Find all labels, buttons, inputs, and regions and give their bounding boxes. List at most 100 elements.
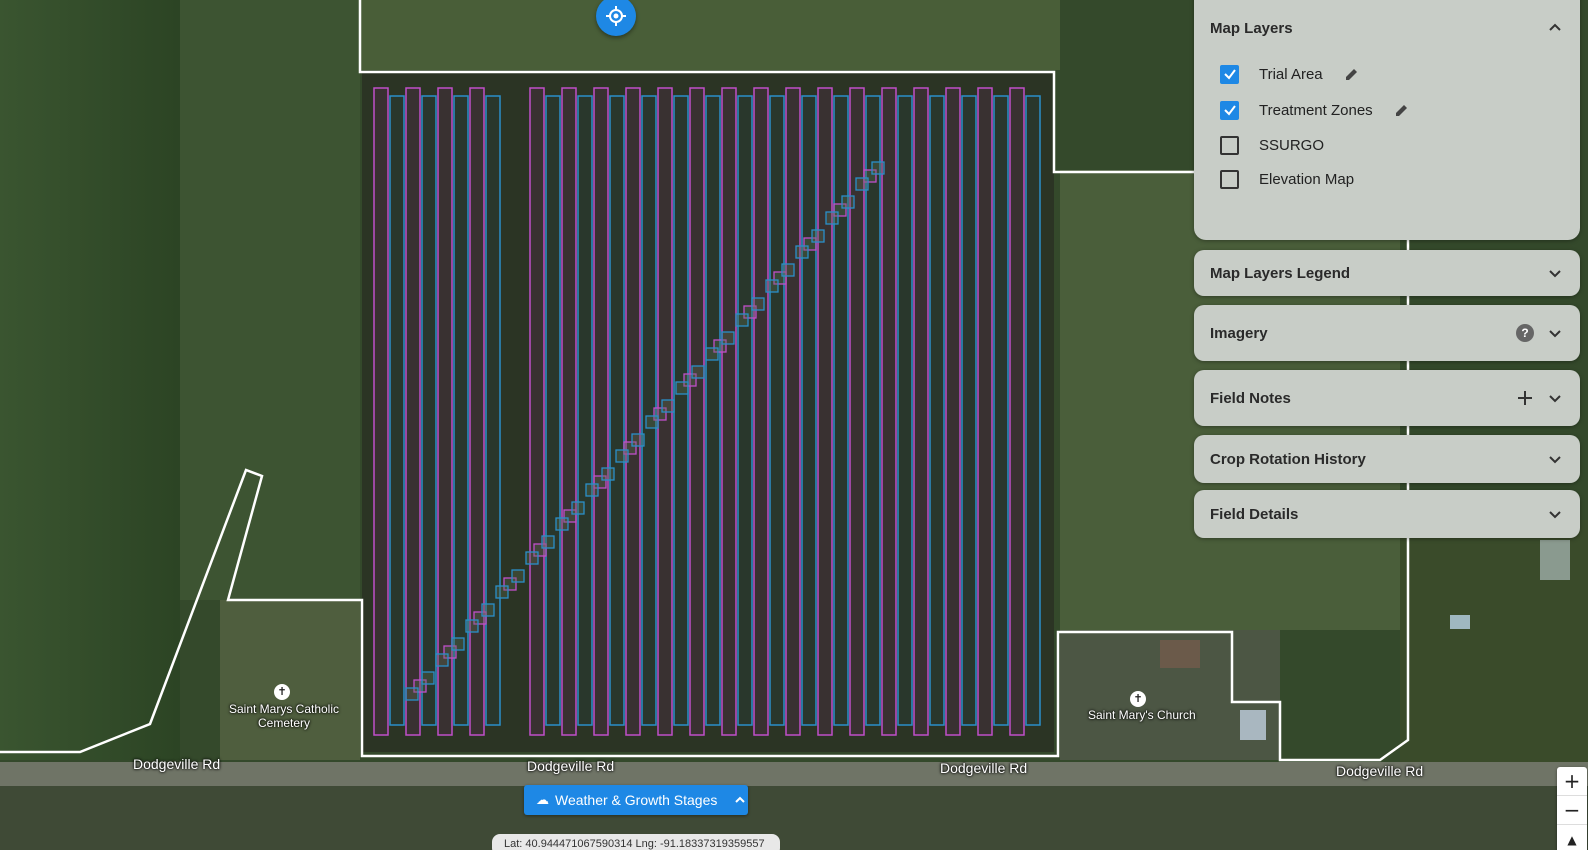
ssurgo-checkbox[interactable] — [1220, 135, 1239, 155]
diagonal-treatment-cell[interactable] — [481, 603, 495, 617]
cemetery-icon[interactable]: ✝ — [274, 684, 290, 700]
chevron-down-icon[interactable] — [1546, 389, 1564, 407]
diagonal-treatment-cell[interactable] — [795, 245, 809, 259]
diagonal-treatment-cell[interactable] — [615, 449, 629, 463]
section-header[interactable]: Field Details — [1194, 490, 1580, 538]
church-label[interactable]: Saint Mary's Church — [1088, 708, 1196, 722]
layer-elevation-map[interactable]: Elevation Map — [1194, 162, 1580, 196]
treatment-zone-strip[interactable] — [881, 87, 897, 736]
diagonal-treatment-cell[interactable] — [571, 501, 585, 515]
treatment-zone-strip[interactable] — [961, 95, 977, 726]
diagonal-treatment-cell[interactable] — [871, 161, 885, 175]
diagonal-treatment-cell[interactable] — [825, 211, 839, 225]
diagonal-treatment-cell[interactable] — [721, 331, 735, 345]
treatment-zone-strip[interactable] — [737, 95, 753, 726]
plus-icon[interactable] — [1516, 389, 1534, 407]
treatment-zone-strip[interactable] — [405, 87, 421, 736]
treatment-zone-strip[interactable] — [1025, 95, 1041, 726]
help-icon[interactable]: ? — [1516, 324, 1534, 342]
diagonal-treatment-cell[interactable] — [451, 637, 465, 651]
treatment-zones-checkbox[interactable] — [1220, 100, 1239, 120]
diagonal-treatment-cell[interactable] — [645, 415, 659, 429]
imagery-section[interactable]: Imagery ? — [1194, 305, 1580, 361]
treatment-zone-strip[interactable] — [421, 95, 437, 726]
diagonal-treatment-cell[interactable] — [525, 551, 539, 565]
map-layers-header[interactable]: Map Layers — [1194, 0, 1580, 56]
diagonal-treatment-cell[interactable] — [675, 381, 689, 395]
treatment-zone-strip[interactable] — [1009, 87, 1025, 736]
diagonal-treatment-cell[interactable] — [735, 313, 749, 327]
chevron-down-icon[interactable] — [1546, 264, 1564, 282]
treatment-zone-strip[interactable] — [577, 95, 593, 726]
diagonal-treatment-cell[interactable] — [841, 195, 855, 209]
treatment-zones[interactable] — [373, 87, 1041, 736]
diagonal-treatment-cell[interactable] — [435, 653, 449, 667]
diagonal-treatment-cell[interactable] — [465, 619, 479, 633]
diagonal-treatment-cell[interactable] — [495, 585, 509, 599]
diagonal-treatment-cell[interactable] — [781, 263, 795, 277]
treatment-zone-strip[interactable] — [673, 95, 689, 726]
treatment-zone-strip[interactable] — [545, 95, 561, 726]
diagonal-treatment-cell[interactable] — [511, 569, 525, 583]
treatment-zone-strip[interactable] — [721, 87, 737, 736]
diagonal-treatment-cell[interactable] — [585, 483, 599, 497]
section-header[interactable]: Field Notes — [1194, 370, 1580, 426]
treatment-zone-strip[interactable] — [437, 87, 453, 736]
diagonal-treatment-cell[interactable] — [765, 279, 779, 293]
pencil-icon[interactable] — [1393, 102, 1410, 119]
layer-trial-area[interactable]: Trial Area — [1194, 56, 1580, 92]
treatment-zone-strip[interactable] — [945, 87, 961, 736]
treatment-zone-strip[interactable] — [801, 95, 817, 726]
diagonal-treatment-cell[interactable] — [811, 229, 825, 243]
treatment-zone-strip[interactable] — [625, 87, 641, 736]
treatment-zone-strip[interactable] — [705, 95, 721, 726]
treatment-zone-strip[interactable] — [977, 87, 993, 736]
map-layers-legend-section[interactable]: Map Layers Legend — [1194, 250, 1580, 296]
treatment-zone-strip[interactable] — [373, 87, 389, 736]
layer-treatment-zones[interactable]: Treatment Zones — [1194, 92, 1580, 128]
compass-icon[interactable]: ▲ — [1557, 825, 1587, 850]
diagonal-treatment-cell[interactable] — [705, 347, 719, 361]
diagonal-treatment-cell[interactable] — [405, 687, 419, 701]
cemetery-label[interactable]: Saint Marys Catholic Cemetery — [226, 702, 342, 730]
diagonal-treatment-cell[interactable] — [691, 365, 705, 379]
diagonal-treatment-cell[interactable] — [601, 467, 615, 481]
diagonal-treatment-cell[interactable] — [855, 177, 869, 191]
field-notes-section[interactable]: Field Notes — [1194, 370, 1580, 426]
treatment-zone-strip[interactable] — [993, 95, 1009, 726]
layer-ssurgo[interactable]: SSURGO — [1194, 128, 1580, 162]
diagonal-treatment-cell[interactable] — [661, 399, 675, 413]
treatment-zone-strip[interactable] — [897, 95, 913, 726]
treatment-zone-strip[interactable] — [753, 87, 769, 736]
treatment-zone-strip[interactable] — [485, 95, 501, 726]
diagonal-treatment-cell[interactable] — [541, 535, 555, 549]
diagonal-treatment-cell[interactable] — [555, 517, 569, 531]
treatment-zone-strip[interactable] — [913, 87, 929, 736]
treatment-zone-strip[interactable] — [929, 95, 945, 726]
zoom-out-button[interactable]: − — [1557, 796, 1587, 825]
field-details-section[interactable]: Field Details — [1194, 490, 1580, 538]
weather-growth-stages-button[interactable]: ☁ Weather & Growth Stages — [524, 785, 748, 815]
treatment-zone-strip[interactable] — [561, 87, 577, 736]
pencil-icon[interactable] — [1343, 66, 1360, 83]
treatment-zone-strip[interactable] — [689, 87, 705, 736]
zoom-in-button[interactable]: + — [1557, 767, 1587, 796]
section-header[interactable]: Crop Rotation History — [1194, 435, 1580, 483]
chevron-up-icon[interactable] — [1546, 19, 1564, 37]
treatment-zone-strip[interactable] — [609, 95, 625, 726]
diagonal-treatment-cell[interactable] — [421, 671, 435, 685]
trial-area-checkbox[interactable] — [1220, 64, 1239, 84]
section-header[interactable]: Map Layers Legend — [1194, 250, 1580, 296]
treatment-zone-strip[interactable] — [833, 95, 849, 726]
treatment-zone-strip[interactable] — [389, 95, 405, 726]
treatment-zone-strip[interactable] — [785, 87, 801, 736]
chevron-down-icon[interactable] — [1546, 450, 1564, 468]
section-header[interactable]: Imagery ? — [1194, 305, 1580, 361]
treatment-zone-strip[interactable] — [469, 87, 485, 736]
treatment-zone-strip[interactable] — [529, 87, 545, 736]
diagonal-treatment-cell[interactable] — [751, 297, 765, 311]
elevation-map-checkbox[interactable] — [1220, 169, 1239, 189]
crop-rotation-history-section[interactable]: Crop Rotation History — [1194, 435, 1580, 483]
treatment-zone-strip[interactable] — [817, 87, 833, 736]
treatment-zone-strip[interactable] — [593, 87, 609, 736]
